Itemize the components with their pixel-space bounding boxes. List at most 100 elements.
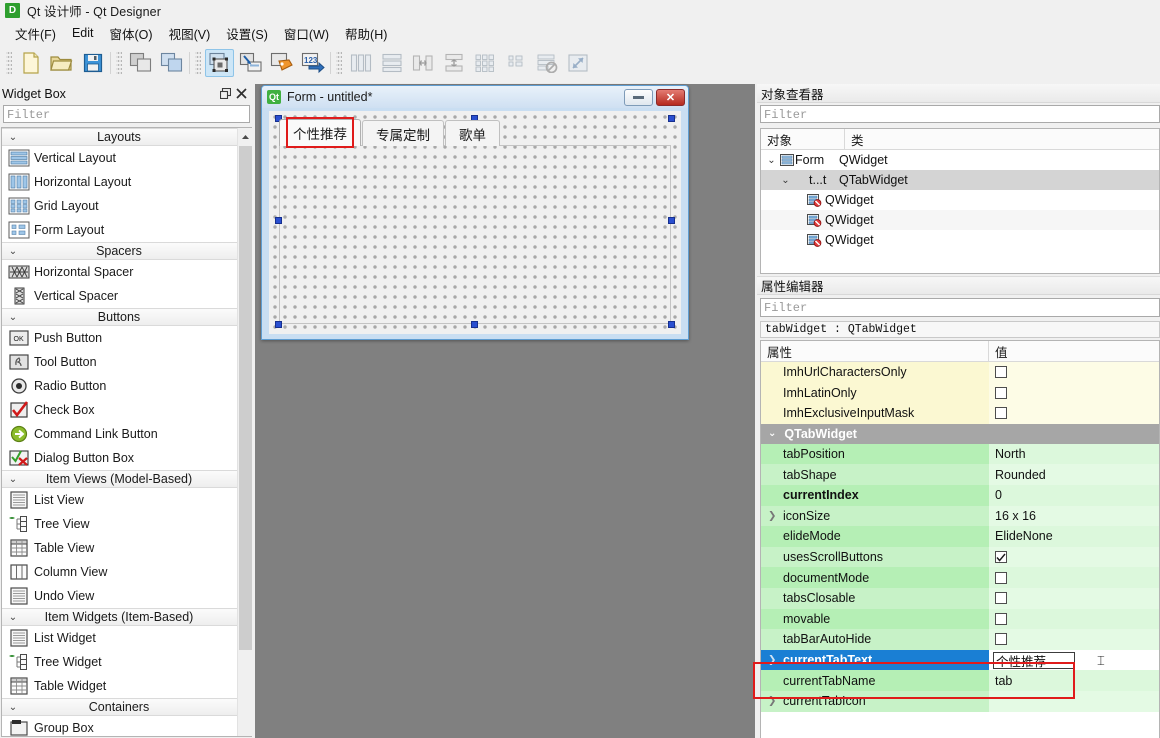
widget-item-tool-button[interactable]: Tool Button — [2, 350, 252, 374]
tab-zhuanshu-dingzhi[interactable]: 专属定制 — [362, 120, 444, 146]
widget-item-list-widget[interactable]: List Widget — [2, 626, 252, 650]
tab-widget[interactable]: 个性推荐 专属定制 歌单 — [275, 115, 675, 328]
scroll-up-icon[interactable] — [238, 128, 252, 145]
widget-item-form-layout[interactable]: Form Layout — [2, 218, 252, 242]
property-row-elidemode[interactable]: elideMode ElideNone — [761, 526, 1159, 547]
property-row-currenttabname[interactable]: currentTabName tab — [761, 670, 1159, 691]
property-row-currenttabicon[interactable]: ❯ currentTabIcon — [761, 690, 1159, 712]
tab-gedan[interactable]: 歌单 — [445, 120, 500, 146]
toolbar-grip[interactable] — [336, 50, 342, 76]
property-row-usesscrollbuttons[interactable]: usesScrollButtons — [761, 546, 1159, 568]
form-canvas[interactable]: 个性推荐 专属定制 歌单 — [269, 111, 681, 334]
menu-view[interactable]: 视图(V) — [161, 22, 219, 45]
property-row-tabsclosable[interactable]: tabsClosable — [761, 587, 1159, 609]
open-form-icon[interactable] — [47, 49, 76, 77]
property-row-tabbarautohide[interactable]: tabBarAutoHide — [761, 629, 1159, 650]
close-button[interactable]: ✕ — [656, 88, 685, 106]
layout-horizontally-icon[interactable] — [346, 49, 375, 77]
close-icon[interactable] — [233, 87, 249, 101]
property-row-currenttabtext[interactable]: ❯ currentTabText 个性推荐 ⌶ — [761, 649, 1159, 671]
edit-tab-order-icon[interactable]: 123 — [298, 49, 327, 77]
property-value[interactable]: 0 — [989, 484, 1159, 506]
property-value[interactable] — [989, 382, 1159, 404]
layout-splitter-v-icon[interactable] — [439, 49, 468, 77]
resize-handle-bottom-right[interactable] — [668, 321, 675, 328]
checkbox-unchecked-icon[interactable] — [995, 407, 1007, 420]
tree-row-page-2[interactable]: QWidget — [761, 210, 1159, 230]
property-value[interactable]: 16 x 16 — [989, 505, 1159, 527]
layout-vertically-icon[interactable] — [377, 49, 406, 77]
layout-form-icon[interactable] — [501, 49, 530, 77]
widget-box-section-layouts[interactable]: ⌄ Layouts — [2, 128, 252, 146]
property-row-iconsize[interactable]: ❯ iconSize 16 x 16 — [761, 505, 1159, 527]
adjust-size-icon[interactable] — [563, 49, 592, 77]
checkbox-unchecked-icon[interactable] — [995, 612, 1007, 625]
widget-box-section-buttons[interactable]: ⌄ Buttons — [2, 308, 252, 326]
property-row-currentindex[interactable]: currentIndex 0 — [761, 484, 1159, 506]
property-editor-filter-input[interactable]: Filter — [760, 298, 1160, 317]
widget-item-command-link-button[interactable]: Command Link Button — [2, 422, 252, 446]
widget-box-section-containers[interactable]: ⌄ Containers — [2, 698, 252, 716]
tree-row-page-1[interactable]: QWidget — [761, 190, 1159, 210]
widget-item-tree-widget[interactable]: Tree Widget — [2, 650, 252, 674]
property-row-imhlatinonly[interactable]: ImhLatinOnly — [761, 382, 1159, 404]
menu-edit[interactable]: Edit — [64, 24, 102, 42]
widget-item-tree-view[interactable]: Tree View — [2, 512, 252, 536]
widget-item-push-button[interactable]: OK Push Button — [2, 326, 252, 350]
checkbox-unchecked-icon[interactable] — [995, 386, 1007, 399]
property-row-imhexclusiveinputmask[interactable]: ImhExclusiveInputMask — [761, 403, 1159, 424]
widget-item-check-box[interactable]: Check Box — [2, 398, 252, 422]
menu-file[interactable]: 文件(F) — [7, 22, 64, 45]
property-row-tabposition[interactable]: tabPosition North — [761, 443, 1159, 465]
layout-splitter-h-icon[interactable] — [408, 49, 437, 77]
save-form-icon[interactable] — [78, 49, 107, 77]
property-value[interactable] — [989, 567, 1159, 588]
checkbox-unchecked-icon[interactable] — [995, 592, 1007, 605]
checkbox-unchecked-icon[interactable] — [995, 633, 1007, 646]
widget-item-table-view[interactable]: Table View — [2, 536, 252, 560]
property-value[interactable] — [989, 403, 1159, 424]
property-value[interactable]: ElideNone — [989, 526, 1159, 547]
tree-row-tabwidget[interactable]: ⌄ t...t QTabWidget — [761, 170, 1159, 190]
chevron-right-icon[interactable]: ❯ — [768, 696, 776, 707]
chevron-right-icon[interactable]: ❯ — [768, 655, 776, 666]
property-value[interactable] — [989, 362, 1159, 383]
scrollbar-thumb[interactable] — [239, 146, 252, 650]
widget-box-section-spacers[interactable]: ⌄ Spacers — [2, 242, 252, 260]
property-value[interactable]: tab — [989, 670, 1159, 691]
tab-gexing-tuijian[interactable]: 个性推荐 — [279, 119, 361, 146]
widget-item-list-view[interactable]: List View — [2, 488, 252, 512]
resize-handle-bottom-left[interactable] — [275, 321, 282, 328]
chevron-down-icon[interactable]: ⌄ — [765, 155, 778, 166]
widget-box-section-item-views[interactable]: ⌄ Item Views (Model-Based) — [2, 470, 252, 488]
menu-form[interactable]: 窗体(O) — [102, 22, 161, 45]
property-value[interactable] — [989, 690, 1159, 712]
property-row-movable[interactable]: movable — [761, 608, 1159, 630]
undo-icon[interactable] — [126, 49, 155, 77]
resize-handle-middle-left[interactable] — [275, 217, 282, 224]
menu-help[interactable]: 帮助(H) — [337, 22, 395, 45]
widget-box-filter-input[interactable]: Filter — [3, 105, 250, 123]
checkbox-unchecked-icon[interactable] — [995, 571, 1007, 584]
widget-item-dialog-button-box[interactable]: Dialog Button Box — [2, 446, 252, 470]
toolbar-grip[interactable] — [195, 50, 201, 76]
widget-box-section-item-widgets[interactable]: ⌄ Item Widgets (Item-Based) — [2, 608, 252, 626]
checkbox-unchecked-icon[interactable] — [995, 366, 1007, 379]
object-inspector-filter-input[interactable]: Filter — [760, 105, 1160, 123]
toolbar-grip[interactable] — [116, 50, 122, 76]
widget-item-radio-button[interactable]: Radio Button — [2, 374, 252, 398]
edit-widgets-icon[interactable] — [205, 49, 234, 77]
resize-handle-bottom-center[interactable] — [471, 321, 478, 328]
widget-item-group-box[interactable]: Group Box — [2, 716, 252, 736]
widget-item-undo-view[interactable]: Undo View — [2, 584, 252, 608]
property-value[interactable] — [989, 608, 1159, 630]
widget-item-vertical-layout[interactable]: Vertical Layout — [2, 146, 252, 170]
object-inspector-tree[interactable]: 对象 类 ⌄ Form QWidget ⌄ t...t QTabWidget Q… — [760, 128, 1160, 274]
property-row-imhurlcharactersonly[interactable]: ImhUrlCharactersOnly — [761, 362, 1159, 383]
widget-item-horizontal-spacer[interactable]: Horizontal Spacer — [2, 260, 252, 284]
property-row-tabshape[interactable]: tabShape Rounded — [761, 464, 1159, 485]
property-value[interactable] — [989, 629, 1159, 650]
current-tab-text-input[interactable]: 个性推荐 — [993, 651, 1075, 669]
minimize-button[interactable] — [624, 88, 653, 106]
widget-item-table-widget[interactable]: Table Widget — [2, 674, 252, 698]
